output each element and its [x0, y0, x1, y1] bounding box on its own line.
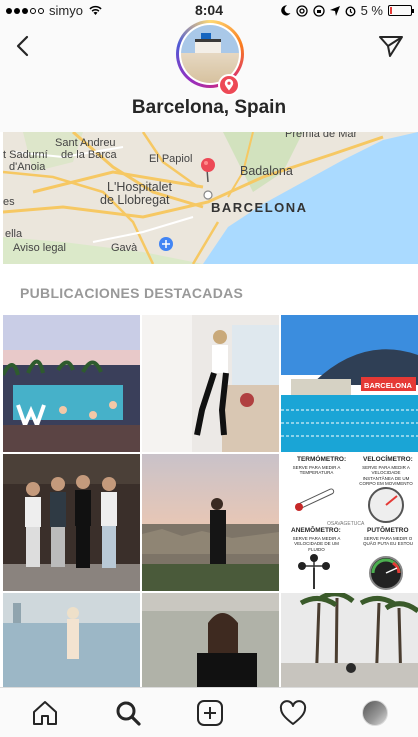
meme-velo-desc: SERVE PARA MEDIR A VELOCIDADE INSTANTÂNE…: [359, 465, 413, 487]
posts-grid: BARCELONA TERMÓMETRO: SERVE PARA MEDIR A…: [3, 315, 418, 687]
map-label-es: es: [3, 196, 15, 208]
gauge-icon: [369, 556, 403, 590]
map-label-el-papiol: El Papiol: [149, 153, 193, 165]
map-label-badalona: Badalona: [240, 164, 293, 178]
activity-heart-icon[interactable]: [279, 700, 307, 726]
post-tile-pool-party[interactable]: [3, 315, 140, 452]
location-map[interactable]: Sant Andreu de la Barca El Papiol Premia…: [3, 132, 418, 264]
alarm-icon: [345, 5, 356, 17]
paper-plane-icon[interactable]: [378, 34, 404, 58]
map-label-barcelona: BARCELONA: [211, 200, 308, 215]
at-icon: [295, 4, 308, 17]
pool-sign-text: BARCELONA: [364, 381, 412, 390]
post-tile-swimming-pool[interactable]: BARCELONA: [281, 315, 418, 452]
profile-avatar[interactable]: [362, 700, 388, 726]
meme-velo-title: VELOCÍMETRO:: [363, 456, 413, 463]
map-legal-link[interactable]: Aviso legal: [13, 242, 66, 254]
battery-icon: [388, 5, 414, 16]
post-tile-palm-trees[interactable]: [281, 593, 418, 687]
post-tile-group-friends[interactable]: [3, 454, 140, 591]
location-header: Barcelona, Spain: [0, 20, 418, 132]
post-tile-girl-mirror[interactable]: [142, 315, 279, 452]
section-title: PUBLICACIONES DESTACADAS: [20, 285, 244, 301]
location-arrow-icon: [329, 5, 340, 16]
status-bar: simyo 8:04 5 %: [0, 0, 418, 20]
meme-anemo-desc: SERVE PARA MEDIR A VELOCIDADE DE UM FLUI…: [292, 536, 341, 552]
post-tile-street-selfie[interactable]: [142, 593, 279, 687]
rotation-lock-icon: [312, 4, 325, 17]
map-label-hospitalet-2: de Llobregat: [100, 193, 170, 207]
thermometer-icon: [295, 488, 335, 511]
map-label-de-la-barca: de la Barca: [61, 149, 117, 161]
map-label-gava: Gavà: [111, 242, 138, 254]
meme-anemo-title: ANEMÔMETRO:: [291, 527, 341, 534]
status-icons: 5 %: [280, 3, 414, 18]
meme-thermo-title: TERMÓMETRO:: [297, 456, 347, 463]
map-label-sant-adurni: t Sadurní: [3, 149, 48, 161]
home-icon[interactable]: [31, 700, 59, 726]
moon-icon: [280, 5, 291, 16]
meme-thermo-desc: SERVE PARA MEDIR A TEMPERATURA: [292, 465, 341, 476]
anemometer-icon: [298, 554, 330, 589]
map-label-premia: Premia de Mar: [285, 132, 358, 140]
meme-puto-title: PUTÔMETRO: [367, 527, 409, 534]
new-post-icon[interactable]: [196, 700, 224, 726]
search-icon[interactable]: [114, 700, 142, 726]
battery-level: [390, 7, 392, 14]
map-label-sant-andreu: Sant Andreu: [55, 137, 116, 149]
location-pin-icon: [218, 74, 240, 96]
post-tile-meme-meters[interactable]: TERMÓMETRO: SERVE PARA MEDIR A TEMPERATU…: [281, 454, 418, 591]
meme-puto-desc: SERVE PARA MEDIR O QUÃO PUTA EU ESTOU: [362, 536, 414, 547]
location-title: Barcelona, Spain: [131, 97, 287, 118]
chevron-left-icon[interactable]: [12, 34, 36, 58]
tab-bar: [0, 687, 418, 737]
post-tile-beach[interactable]: [3, 593, 140, 687]
post-tile-city-view[interactable]: [142, 454, 279, 591]
map-label-danoia: d'Anoia: [9, 161, 46, 173]
battery-percent: 5 %: [360, 3, 383, 18]
speedometer-icon: [368, 487, 404, 523]
map-label-ella: ella: [5, 228, 23, 240]
map-pin-icon: [201, 158, 215, 183]
map-label-hospitalet-1: L'Hospitalet: [107, 180, 172, 194]
